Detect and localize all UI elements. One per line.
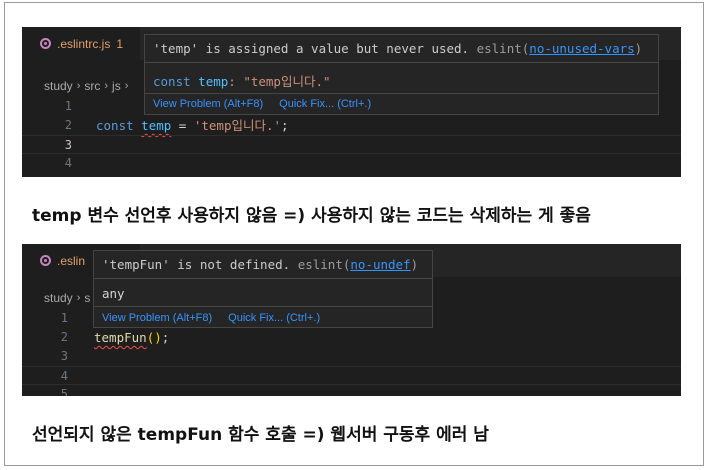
tab-label: .eslintrc.js xyxy=(57,36,111,51)
problem-source: eslint xyxy=(297,257,343,272)
breadcrumb-item[interactable]: study xyxy=(44,291,73,305)
code-text: tempFun(); xyxy=(94,328,169,347)
function-call-tempfun[interactable]: tempFun xyxy=(94,330,147,345)
assign-operator: = xyxy=(171,118,194,133)
hover-message: 'temp' is assigned a value but never use… xyxy=(153,41,642,56)
breadcrumb: study › s xyxy=(44,291,90,305)
breadcrumb: study › src › js › xyxy=(44,79,128,93)
line-number: 3 xyxy=(64,138,72,152)
hover-tooltip: 'temp' is assigned a value but never use… xyxy=(144,34,659,115)
breadcrumb-item[interactable]: js xyxy=(112,79,121,93)
string-literal: 'temp입니다.' xyxy=(193,118,282,133)
tab-eslintrc[interactable]: .eslintrc.js 1 xyxy=(22,27,140,60)
hover-actions: View Problem (Alt+F8) Quick Fix... (Ctrl… xyxy=(153,98,371,110)
code-text: const temp = 'temp입니다.'; xyxy=(96,116,289,135)
view-problem-link[interactable]: View Problem (Alt+F8) xyxy=(153,98,263,110)
code-line: 4 xyxy=(22,154,681,173)
variable-temp[interactable]: temp xyxy=(141,118,171,133)
code-line: 3 xyxy=(22,347,681,366)
paren-close: ) xyxy=(154,330,162,345)
line-number: 1 xyxy=(64,99,72,113)
line-number: 2 xyxy=(60,330,68,344)
editor-panel-2: .eslin study › s 1 2 tempFun(); 3 4 5 't… xyxy=(22,244,681,396)
quick-fix-link[interactable]: Quick Fix... (Ctrl+.) xyxy=(228,312,320,324)
paren-close: ) xyxy=(634,41,643,56)
problem-count-badge: 1 xyxy=(116,36,124,51)
quick-fix-link[interactable]: Quick Fix... (Ctrl+.) xyxy=(279,98,371,110)
hover-tooltip: 'tempFun' is not defined. eslint(no-unde… xyxy=(93,250,433,328)
sig-keyword: const xyxy=(153,74,191,89)
problem-source: eslint xyxy=(476,41,522,56)
eslint-file-icon xyxy=(40,255,51,266)
code-line: 5 xyxy=(22,385,681,396)
caption-1: temp 변수 선언후 사용하지 않음 =) 사용하지 않는 코드는 삭제하는 … xyxy=(32,206,591,226)
hover-divider xyxy=(145,93,658,94)
code-line: 2 tempFun(); xyxy=(22,328,681,347)
sig-rest: : "temp입니다." xyxy=(228,74,331,89)
editor-panel-1: .eslintrc.js 1 study › src › js › 1 2 co… xyxy=(22,27,681,177)
tab-label: .eslin xyxy=(57,253,86,268)
paren-close: ) xyxy=(410,257,419,272)
line-number: 1 xyxy=(60,311,68,325)
problem-text: 'temp' is assigned a value but never use… xyxy=(153,41,470,56)
breadcrumb-item[interactable]: study xyxy=(44,79,73,93)
hover-divider xyxy=(94,306,432,307)
sig-variable: temp xyxy=(198,74,229,89)
line-number: 4 xyxy=(64,156,72,170)
semicolon: ; xyxy=(281,118,289,133)
breadcrumb-item[interactable]: s xyxy=(84,291,90,305)
chevron-right-icon: › xyxy=(104,80,109,92)
chevron-right-icon: › xyxy=(76,292,81,304)
hover-message: 'tempFun' is not defined. eslint(no-unde… xyxy=(102,257,418,272)
hover-signature: const temp: "temp입니다." xyxy=(153,71,331,90)
code-line: 2 const temp = 'temp입니다.'; xyxy=(22,116,681,135)
hover-signature: any xyxy=(102,286,125,301)
hover-divider xyxy=(145,62,658,63)
problem-text: 'tempFun' is not defined. xyxy=(102,257,291,272)
line-number: 4 xyxy=(60,369,68,383)
code-line-current: 3 xyxy=(22,135,681,154)
semicolon: ; xyxy=(161,330,170,345)
hover-divider xyxy=(94,278,432,279)
line-number: 2 xyxy=(64,118,72,132)
code-line-current: 4 xyxy=(22,366,681,385)
line-number: 3 xyxy=(60,349,68,363)
breadcrumb-item[interactable]: src xyxy=(84,79,100,93)
caption-2: 선언되지 않은 tempFun 함수 호출 =) 웹서버 구동후 에러 남 xyxy=(32,425,489,445)
rule-link[interactable]: no-unused-vars xyxy=(529,41,634,56)
view-problem-link[interactable]: View Problem (Alt+F8) xyxy=(102,312,212,324)
line-number: 5 xyxy=(60,387,68,396)
eslint-file-icon xyxy=(40,38,51,49)
chevron-right-icon: › xyxy=(76,80,81,92)
rule-link[interactable]: no-undef xyxy=(350,257,410,272)
hover-actions: View Problem (Alt+F8) Quick Fix... (Ctrl… xyxy=(102,312,320,324)
chevron-right-icon: › xyxy=(124,80,129,92)
keyword-const: const xyxy=(96,118,134,133)
